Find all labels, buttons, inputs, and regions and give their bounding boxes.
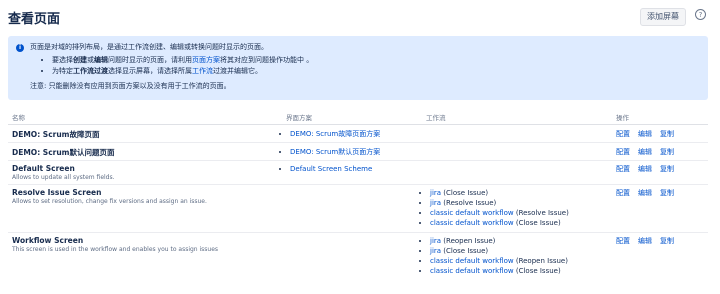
- table-row: DEMO: Scrum故障页面 DEMO: Scrum故障页面方案 配置编辑复制: [8, 125, 708, 143]
- screen-name: DEMO: Scrum故障页面: [12, 130, 100, 139]
- configure-link[interactable]: 配置: [616, 130, 630, 138]
- workflow-link[interactable]: classic default workflow: [430, 219, 514, 227]
- list-item: jira (Reopen Issue): [430, 236, 568, 246]
- edit-link[interactable]: 编辑: [638, 189, 652, 197]
- workflow-list: jira (Close Issue) jira (Resolve Issue) …: [418, 188, 569, 228]
- workflow-list: jira (Reopen Issue) jira (Close Issue) c…: [418, 236, 568, 276]
- configure-link[interactable]: 配置: [616, 189, 630, 197]
- info-bold-create: 创建: [73, 56, 87, 64]
- scheme-list: DEMO: Scrum故障页面方案: [278, 129, 380, 139]
- info-text: 为特定: [52, 67, 73, 75]
- info-intro: 页面是对域的排列布局，是通过工作流创建、编辑或转换问题时显示的页面。: [30, 43, 268, 51]
- screen-name: Default Screen: [12, 164, 75, 173]
- table-row: DEMO: Scrum默认问题页面 DEMO: Scrum默认页面方案 配置编辑…: [8, 143, 708, 161]
- list-item: classic default workflow (Resolve Issue): [430, 208, 569, 218]
- screen-scheme-link[interactable]: 页面方案: [192, 56, 220, 64]
- transition-name: (Resolve Issue): [515, 209, 569, 217]
- list-item: classic default workflow (Reopen Issue): [430, 256, 568, 266]
- header-operations: 操作: [616, 114, 629, 122]
- screens-table: 名称 界面方案 工作流 操作 DEMO: Scrum故障页面 DEMO: Scr…: [8, 110, 708, 281]
- scheme-link[interactable]: DEMO: Scrum故障页面方案: [290, 130, 380, 138]
- screen-name: DEMO: Scrum默认问题页面: [12, 148, 115, 157]
- table-header: 名称 界面方案 工作流 操作: [8, 110, 708, 125]
- screen-name: Workflow Screen: [12, 236, 84, 245]
- scheme-list: DEMO: Scrum默认页面方案: [278, 147, 380, 157]
- row-operations: 配置 编辑 复制: [616, 129, 682, 139]
- table-row: Default Screen Allows to update all syst…: [8, 161, 708, 185]
- row-operations: 配置 编辑 复制: [616, 236, 682, 246]
- workflow-link[interactable]: jira: [430, 237, 441, 245]
- table-row: Resolve Issue Screen Allows to set resol…: [8, 185, 708, 233]
- configure-link[interactable]: 配置: [616, 148, 630, 156]
- workflow-link[interactable]: classic default workflow: [430, 267, 514, 275]
- info-bullet-workflow: 为特定工作流过渡选择显示屏幕，请选择所属工作流过渡并编辑它。: [52, 66, 698, 77]
- table-row: Workflow Screen This screen is used in t…: [8, 233, 708, 281]
- page-title: 查看页面: [8, 12, 61, 27]
- info-note: 注意: 只能删除没有应用到页面方案以及没有用于工作流的页面。: [30, 82, 231, 90]
- info-text: 将其对应到问题操作功能中 。: [220, 56, 314, 64]
- header-name: 名称: [12, 114, 25, 122]
- info-bold-transition: 工作流过渡: [73, 67, 108, 75]
- screens-page: 查看页面 添加屏幕 ? i 页面是对域的排列布局，是通过工作流创建、编辑或转换问…: [0, 0, 720, 294]
- transition-name: (Reopen Issue): [515, 257, 568, 265]
- info-text: 问题时显示的页面，请利用: [108, 56, 192, 64]
- list-item: Default Screen Scheme: [290, 164, 372, 174]
- list-item: DEMO: Scrum默认页面方案: [290, 147, 380, 157]
- info-text: 要选择: [52, 56, 73, 64]
- info-panel: i 页面是对域的排列布局，是通过工作流创建、编辑或转换问题时显示的页面。 要选择…: [8, 36, 708, 100]
- header-workflow: 工作流: [426, 114, 446, 122]
- row-operations: 配置 编辑 复制: [616, 164, 682, 174]
- screen-name: Resolve Issue Screen: [12, 188, 102, 197]
- edit-link[interactable]: 编辑: [638, 237, 652, 245]
- list-item: jira (Resolve Issue): [430, 198, 569, 208]
- workflow-link[interactable]: jira: [430, 247, 441, 255]
- copy-link[interactable]: 复制: [660, 189, 674, 197]
- screen-description: Allows to set resolution, change fix ver…: [12, 198, 207, 205]
- list-item: jira (Close Issue): [430, 246, 568, 256]
- info-bullet-list: 要选择创建或编辑问题时显示的页面，请利用页面方案将其对应到问题操作功能中 。 为…: [30, 55, 698, 77]
- scheme-list: Default Screen Scheme: [278, 164, 372, 174]
- info-icon: i: [16, 44, 24, 52]
- info-text: 过渡并编辑它。: [213, 67, 262, 75]
- screen-description: This screen is used in the workflow and …: [12, 246, 219, 253]
- transition-name: (Close Issue): [443, 189, 489, 197]
- info-text: 选择显示屏幕，请选择所属: [108, 67, 192, 75]
- configure-link[interactable]: 配置: [616, 237, 630, 245]
- workflow-link[interactable]: jira: [430, 189, 441, 197]
- copy-link[interactable]: 复制: [660, 165, 674, 173]
- workflow-link[interactable]: jira: [430, 199, 441, 207]
- copy-link[interactable]: 复制: [660, 130, 674, 138]
- row-operations: 配置 编辑 复制: [616, 147, 682, 157]
- info-bold-edit: 编辑: [94, 56, 108, 64]
- list-item: DEMO: Scrum故障页面方案: [290, 129, 380, 139]
- scheme-link[interactable]: DEMO: Scrum默认页面方案: [290, 148, 380, 156]
- row-operations: 配置 编辑 复制: [616, 188, 682, 198]
- transition-name: (Resolve Issue): [443, 199, 497, 207]
- workflow-link[interactable]: classic default workflow: [430, 209, 514, 217]
- transition-name: (Reopen Issue): [443, 237, 496, 245]
- copy-link[interactable]: 复制: [660, 237, 674, 245]
- list-item: classic default workflow (Close Issue): [430, 266, 568, 276]
- configure-link[interactable]: 配置: [616, 165, 630, 173]
- info-bullet-scheme: 要选择创建或编辑问题时显示的页面，请利用页面方案将其对应到问题操作功能中 。: [52, 55, 698, 66]
- header-scheme: 界面方案: [286, 114, 312, 122]
- help-icon[interactable]: ?: [695, 9, 706, 20]
- list-item: classic default workflow (Close Issue): [430, 218, 569, 228]
- transition-name: (Close Issue): [515, 267, 561, 275]
- info-text: 或: [87, 56, 94, 64]
- list-item: jira (Close Issue): [430, 188, 569, 198]
- edit-link[interactable]: 编辑: [638, 130, 652, 138]
- transition-name: (Close Issue): [515, 219, 561, 227]
- edit-link[interactable]: 编辑: [638, 148, 652, 156]
- scheme-link[interactable]: Default Screen Scheme: [290, 165, 372, 173]
- workflow-link[interactable]: classic default workflow: [430, 257, 514, 265]
- transition-name: (Close Issue): [443, 247, 489, 255]
- copy-link[interactable]: 复制: [660, 148, 674, 156]
- edit-link[interactable]: 编辑: [638, 165, 652, 173]
- add-screen-button[interactable]: 添加屏幕: [640, 8, 686, 26]
- workflow-link[interactable]: 工作流: [192, 67, 213, 75]
- screen-description: Allows to update all system fields.: [12, 174, 115, 181]
- page-header: 查看页面 添加屏幕 ?: [8, 0, 708, 34]
